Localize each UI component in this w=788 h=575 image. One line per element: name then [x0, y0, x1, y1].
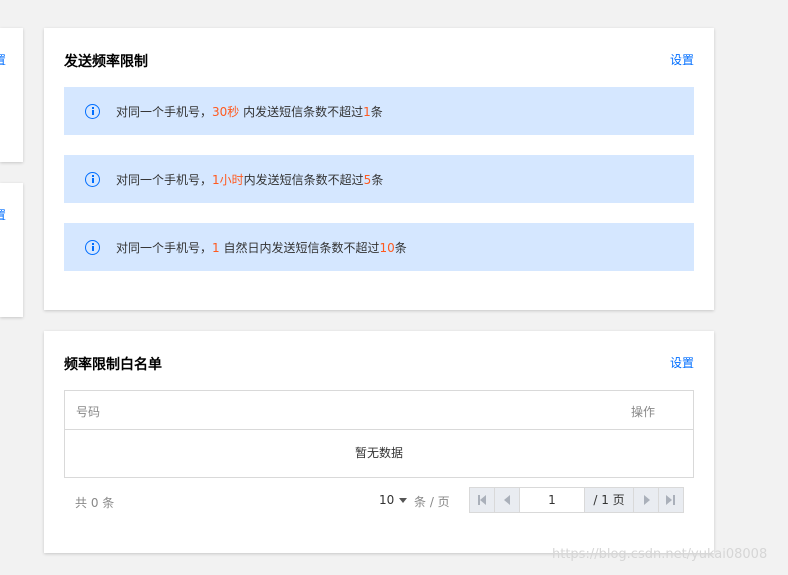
column-header-number: 号码: [76, 405, 101, 419]
watermark: https://blog.csdn.net/yukai08008: [552, 547, 768, 562]
table-header: 号码 操作: [65, 391, 693, 430]
left-card-1-action[interactable]: 置: [0, 51, 6, 68]
info-icon: [85, 103, 100, 119]
caret-down-icon: [399, 497, 408, 503]
next-page-icon: [644, 495, 650, 505]
page-number-input[interactable]: [520, 488, 585, 512]
rate-limit-settings-link[interactable]: 设置: [670, 51, 694, 68]
first-page-button[interactable]: [470, 488, 495, 512]
whitelist-table: 号码 操作 暂无数据: [64, 390, 694, 478]
whitelist-settings-link[interactable]: 设置: [670, 354, 694, 371]
last-page-button[interactable]: [658, 488, 683, 512]
left-card-2: 置: [0, 183, 23, 317]
total-pages: / 1 页: [585, 488, 634, 512]
notice-text: 对同一个手机号，1小时内发送短信条数不超过5条: [116, 172, 384, 187]
notice-text: 对同一个手机号，1 自然日内发送短信条数不超过10条: [116, 240, 407, 255]
rate-notice-1h: 对同一个手机号，1小时内发送短信条数不超过5条: [64, 155, 694, 203]
page-size-select[interactable]: 10: [379, 493, 408, 507]
pager: / 1 页: [469, 487, 684, 513]
last-page-icon: [666, 495, 672, 505]
empty-state: 暂无数据: [354, 446, 403, 460]
column-header-action: 操作: [631, 405, 656, 419]
next-page-button[interactable]: [634, 488, 658, 512]
left-card-1: 置: [0, 28, 23, 162]
notice-text: 对同一个手机号，30秒 内发送短信条数不超过1条: [116, 104, 383, 119]
whitelist-title: 频率限制白名单: [64, 357, 162, 373]
per-page-label: 条 / 页: [414, 495, 450, 509]
info-icon: [85, 171, 100, 187]
rate-limit-card: 发送频率限制 设置 对同一个手机号，30秒 内发送短信条数不超过1条 对同一个手…: [44, 28, 714, 310]
page-size-value: 10: [379, 493, 395, 507]
rate-notice-30s: 对同一个手机号，30秒 内发送短信条数不超过1条: [64, 87, 694, 135]
left-card-2-action[interactable]: 置: [0, 206, 6, 223]
total-count: 共 0 条: [75, 496, 115, 510]
rate-limit-title: 发送频率限制: [64, 54, 148, 70]
prev-page-icon: [504, 495, 510, 505]
prev-page-button[interactable]: [495, 488, 520, 512]
rate-notice-1day: 对同一个手机号，1 自然日内发送短信条数不超过10条: [64, 223, 694, 271]
pagination: 共 0 条 10 条 / 页 / 1 页: [64, 487, 694, 513]
info-icon: [85, 239, 100, 255]
whitelist-card: 频率限制白名单 设置 号码 操作 暂无数据 共 0 条 10 条 / 页 / 1…: [44, 331, 714, 553]
